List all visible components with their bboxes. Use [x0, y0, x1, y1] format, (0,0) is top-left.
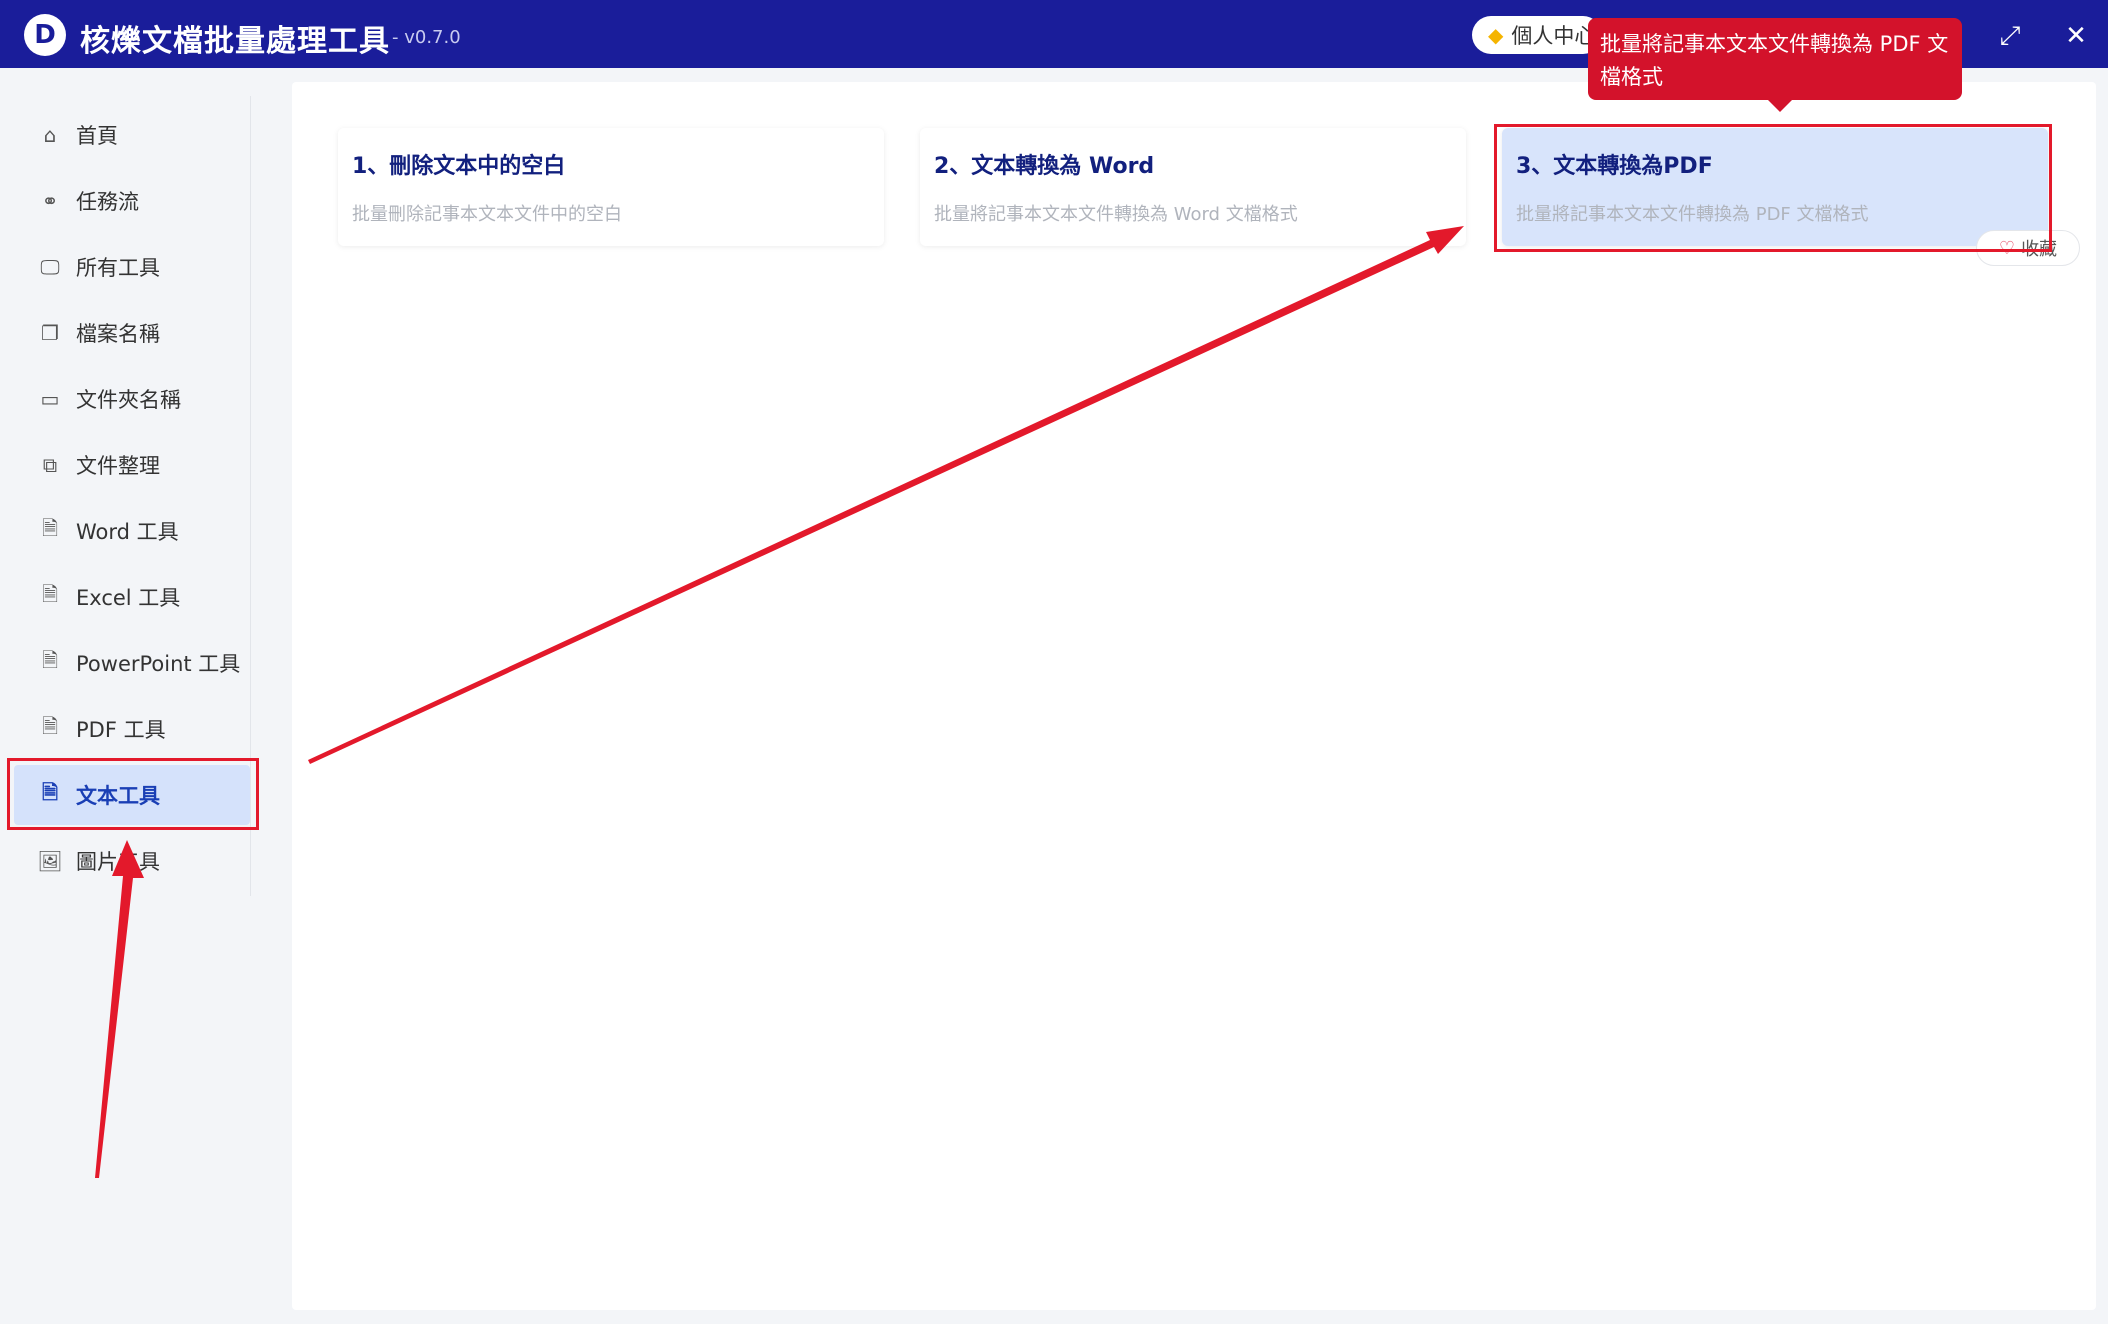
card-tooltip: 批量將記事本文本文件轉換為 PDF 文檔格式 [1588, 18, 1962, 112]
arrow-to-card [308, 226, 1464, 764]
arrow-up-to-sidebar [95, 840, 144, 1178]
annotation-arrows [95, 226, 1464, 1178]
